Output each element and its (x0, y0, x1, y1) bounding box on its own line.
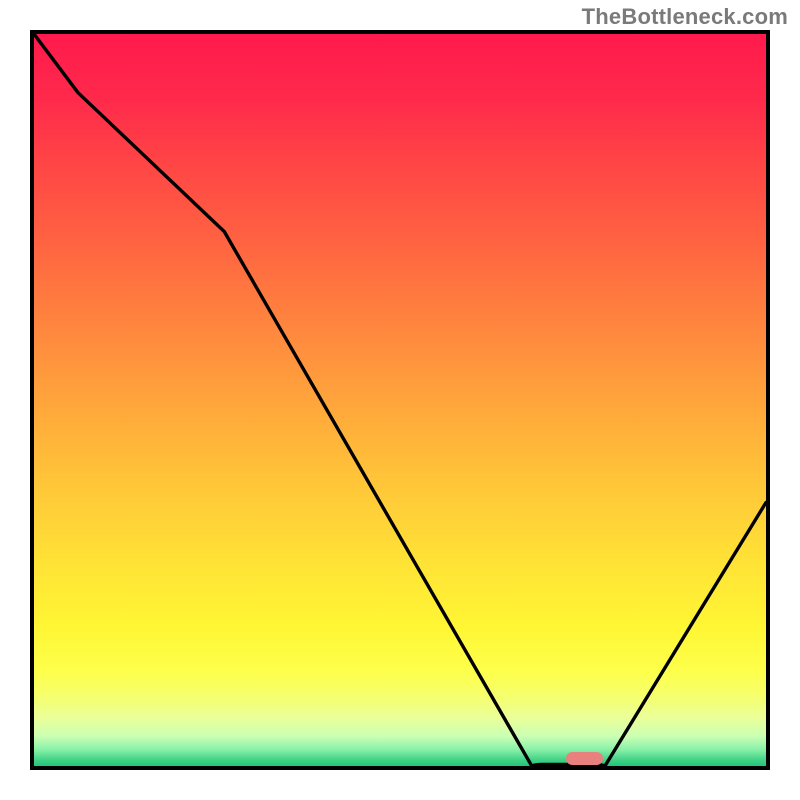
optimal-range-marker (566, 752, 603, 765)
chart-container: TheBottleneck.com (0, 0, 800, 800)
plot-frame (30, 30, 770, 770)
watermark-label: TheBottleneck.com (582, 4, 788, 30)
bottleneck-curve (34, 34, 766, 766)
